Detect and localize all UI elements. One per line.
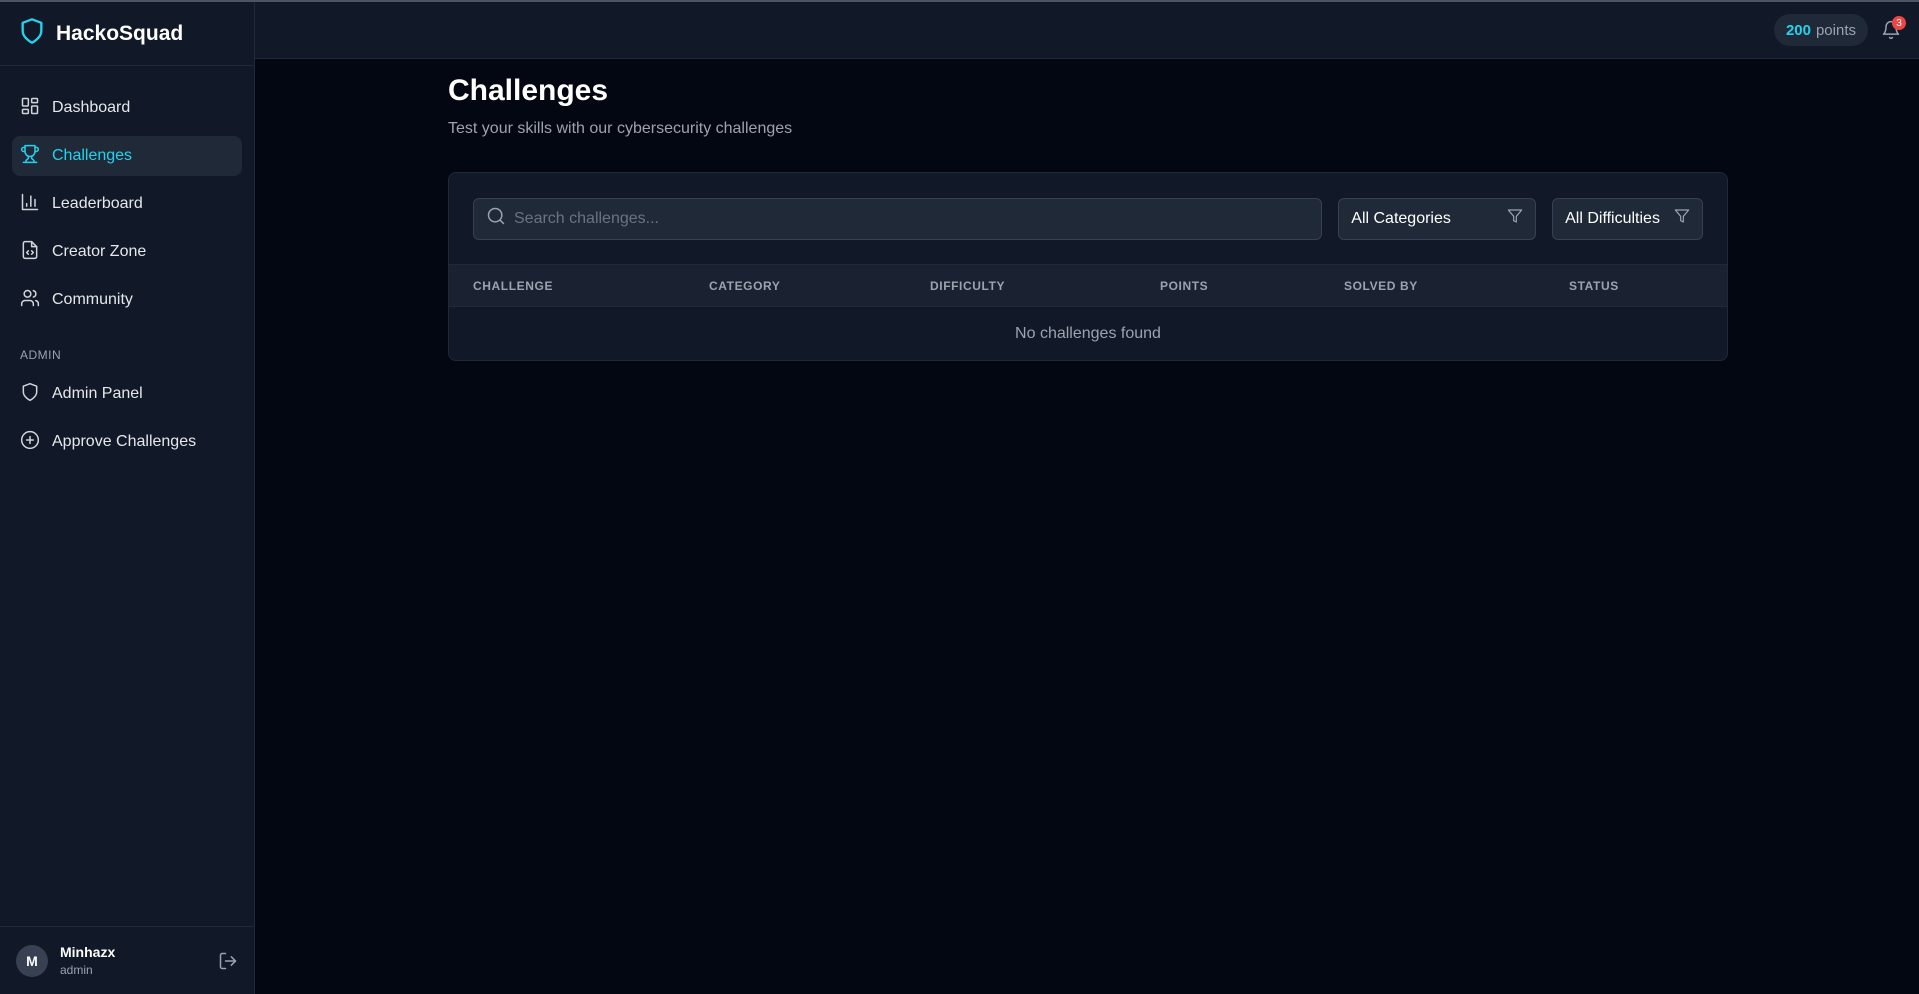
filter-icon [1507, 208, 1523, 229]
search-icon [486, 206, 506, 231]
points-label: points [1815, 21, 1856, 39]
sidebar-item-community[interactable]: Community [12, 280, 242, 320]
filter-icon [1674, 208, 1690, 229]
avatar[interactable]: M [16, 944, 48, 977]
bar-chart-icon [20, 192, 40, 217]
filter-bar: All Categories All Difficulties [449, 173, 1727, 264]
sidebar-item-approve-challenges[interactable]: Approve Challenges [12, 422, 242, 462]
main-content: Challenges Test your skills with our cyb… [448, 74, 1728, 361]
empty-state-message: No challenges found [1015, 325, 1161, 342]
sidebar-item-label: Dashboard [52, 99, 131, 116]
plus-circle-icon [20, 430, 40, 455]
category-select[interactable]: All Categories [1338, 197, 1537, 240]
page-title: Challenges [448, 74, 609, 107]
category-select-value: All Categories [1351, 209, 1451, 227]
challenges-card: All Categories All Difficulties CHALLENG… [448, 172, 1728, 361]
file-code-icon [20, 240, 40, 265]
sidebar-item-label: Admin Panel [52, 385, 143, 402]
sidebar: HackoSquad Dashboard Challenges Leaderbo… [0, 2, 255, 994]
column-header-status[interactable]: STATUS [1569, 279, 1619, 293]
notifications-button[interactable]: 3 [1881, 16, 1906, 42]
shield-logo-icon [18, 17, 46, 50]
sidebar-item-label: Approve Challenges [52, 433, 197, 450]
top-header: 200 points 3 [255, 2, 1919, 59]
user-meta: Minhazx admin [60, 944, 115, 977]
shield-icon [20, 382, 40, 407]
sidebar-item-label: Creator Zone [52, 243, 147, 260]
points-badge: 200 points [1773, 14, 1868, 46]
column-header-difficulty[interactable]: DIFFICULTY [930, 279, 1005, 293]
column-header-points[interactable]: POINTS [1160, 279, 1208, 293]
admin-section-heading: ADMIN [20, 348, 62, 362]
sidebar-item-admin-panel[interactable]: Admin Panel [12, 374, 242, 414]
column-header-solved-by[interactable]: SOLVED BY [1344, 279, 1418, 293]
sidebar-item-label: Challenges [52, 147, 133, 164]
difficulty-select[interactable]: All Difficulties [1552, 197, 1703, 240]
trophy-icon [20, 144, 40, 169]
sidebar-item-creator-zone[interactable]: Creator Zone [12, 232, 242, 272]
sidebar-item-challenges[interactable]: Challenges [12, 136, 242, 176]
column-header-challenge[interactable]: CHALLENGE [473, 279, 553, 293]
sidebar-nav: Dashboard Challenges Leaderboard Creator… [0, 66, 254, 462]
page-subtitle: Test your skills with our cybersecurity … [448, 120, 793, 137]
logout-icon[interactable] [218, 951, 238, 971]
search-input[interactable] [514, 198, 1322, 239]
sidebar-item-label: Leaderboard [52, 195, 143, 212]
search-box[interactable] [473, 197, 1323, 240]
column-header-category[interactable]: CATEGORY [709, 279, 780, 293]
difficulty-select-value: All Difficulties [1565, 209, 1660, 227]
user-profile: M Minhazx admin [0, 926, 254, 994]
sidebar-item-label: Community [52, 291, 133, 308]
notification-count-badge: 3 [1892, 16, 1906, 30]
users-icon [20, 288, 40, 313]
points-value: 200 [1785, 21, 1811, 39]
dashboard-icon [20, 96, 40, 121]
brand-name: HackoSquad [56, 21, 184, 45]
sidebar-item-dashboard[interactable]: Dashboard [12, 88, 242, 128]
user-name: Minhazx [60, 944, 116, 960]
table-header: CHALLENGE CATEGORY DIFFICULTY POINTS SOL… [449, 264, 1727, 307]
brand[interactable]: HackoSquad [0, 2, 254, 66]
sidebar-item-leaderboard[interactable]: Leaderboard [12, 184, 242, 224]
user-role: admin [60, 963, 93, 977]
